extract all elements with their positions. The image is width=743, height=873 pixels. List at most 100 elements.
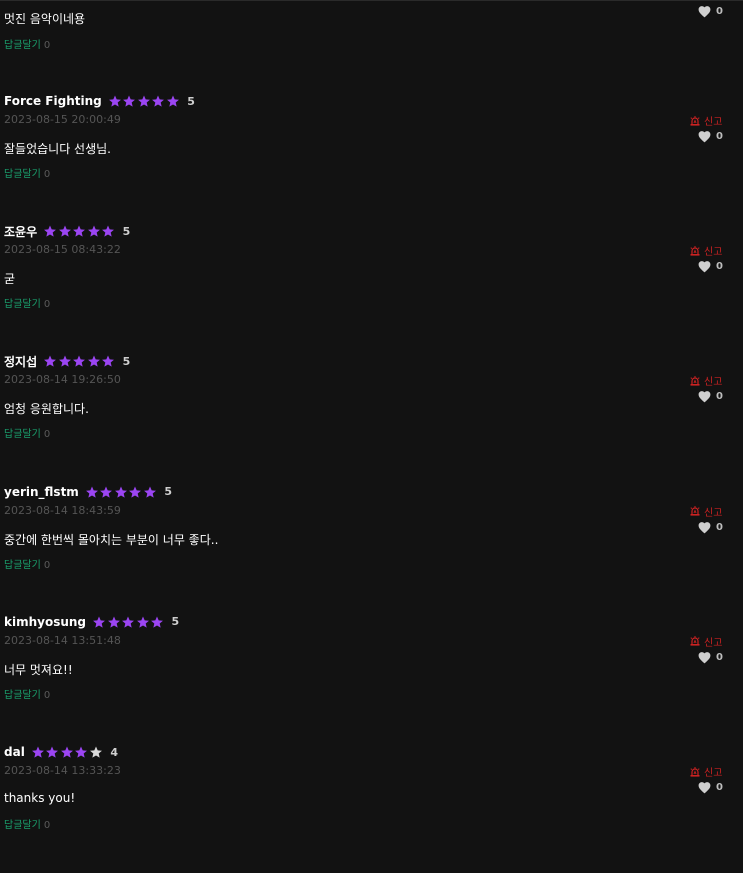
star-icon	[46, 746, 59, 758]
reply-button[interactable]: 답글달기	[4, 690, 41, 701]
star-icon	[137, 95, 150, 107]
star-icon	[75, 746, 88, 758]
like-count: 0	[716, 521, 723, 533]
star-icon	[151, 616, 163, 628]
user-row: kimhyosung 5	[4, 613, 179, 631]
star-icon	[93, 616, 105, 628]
like-count: 0	[716, 651, 723, 663]
rating-stars	[43, 354, 116, 368]
heart-icon	[698, 131, 711, 143]
like-count: 0	[716, 261, 723, 273]
star-icon	[58, 225, 71, 237]
reply-button[interactable]: 답글달기	[4, 169, 41, 180]
report-button[interactable]: 신고	[689, 634, 722, 649]
like-count: 0	[716, 782, 723, 793]
report-button[interactable]: 신고	[689, 504, 722, 519]
heart-icon	[698, 6, 711, 18]
report-label: 신고	[704, 247, 723, 259]
reply-button[interactable]: 답글달기	[4, 429, 41, 440]
reply-row: 답글달기 0	[4, 165, 50, 180]
comment-text: 굳	[4, 272, 16, 287]
comment-item: yerin_flstm 5 2023-08-14 18:43:59 중간에 한번…	[0, 483, 743, 613]
report-label: 신고	[704, 377, 723, 389]
report-label: 신고	[704, 637, 723, 649]
like-button[interactable]: 0	[697, 5, 723, 18]
star-icon	[102, 355, 115, 368]
username: dal	[4, 745, 25, 759]
star-icon	[123, 95, 136, 107]
star-icon	[31, 746, 44, 758]
user-row: 정지섭 5	[4, 352, 130, 370]
rating-value: 4	[110, 745, 118, 759]
user-row: Force Fighting 5	[4, 92, 195, 110]
comment-date: 2023-08-14 13:33:23	[4, 764, 121, 777]
heart-icon	[698, 651, 711, 664]
heart-icon	[698, 782, 711, 794]
report-button[interactable]: 신고	[689, 373, 722, 388]
rating-value: 5	[171, 615, 180, 629]
like-button[interactable]: 0	[697, 130, 723, 143]
star-icon	[143, 486, 156, 498]
report-label: 신고	[704, 117, 723, 128]
rating-stars	[108, 94, 181, 108]
reply-count: 0	[43, 169, 51, 180]
reply-button[interactable]: 답글달기	[4, 299, 41, 310]
star-icon	[152, 95, 165, 107]
rating-stars	[85, 485, 158, 499]
star-icon	[44, 355, 57, 368]
comment-item: kimhyosung 5 2023-08-14 13:51:48 너무 멋져요!…	[0, 613, 743, 743]
report-button[interactable]: 신고	[689, 113, 722, 128]
report-button[interactable]: 신고	[689, 243, 722, 258]
rating-value: 5	[122, 354, 131, 368]
username: yerin_flstm	[4, 484, 79, 499]
comment-date: 2023-08-15 20:00:49	[4, 113, 121, 126]
reply-row: 답글달기 0	[4, 686, 50, 701]
comment-text: thanks you!	[4, 791, 76, 805]
report-button[interactable]: 신고	[689, 764, 722, 779]
star-icon	[107, 616, 120, 628]
star-icon	[166, 95, 179, 107]
reply-count: 0	[43, 429, 51, 441]
like-button[interactable]: 0	[697, 651, 723, 664]
reply-button[interactable]: 답글달기	[4, 560, 41, 571]
star-icon	[58, 355, 71, 368]
comment-item: 조윤우 5 2023-08-15 08:43:22 굳 답글달기 0 신고 0	[0, 222, 743, 352]
like-count: 0	[716, 131, 723, 142]
like-button[interactable]: 0	[697, 781, 723, 794]
reply-row: 답글달기 0	[4, 556, 50, 571]
user-row: yerin_flstm 5	[4, 483, 172, 501]
report-label: 신고	[704, 507, 723, 519]
siren-icon	[690, 245, 700, 256]
like-button[interactable]: 0	[697, 390, 723, 403]
heart-icon	[698, 521, 711, 534]
star-icon	[44, 225, 57, 237]
star-icon	[89, 746, 102, 758]
star-icon	[114, 486, 127, 498]
comment-item: dal 4 2023-08-14 13:33:23 thanks you! 답글…	[0, 743, 743, 873]
star-icon	[136, 616, 149, 628]
user-row: 조윤우 5	[4, 222, 130, 240]
star-icon	[100, 486, 113, 498]
rating-value: 5	[187, 94, 195, 108]
rating-stars	[43, 224, 116, 238]
star-icon	[73, 355, 86, 368]
comment-text: 잘들었습니다 선생님.	[4, 142, 111, 156]
username: kimhyosung	[4, 614, 87, 629]
comment-text: 너무 멋져요!!	[4, 662, 73, 677]
like-button[interactable]: 0	[697, 260, 723, 273]
reply-row: 답글달기 0	[4, 816, 50, 831]
like-count: 0	[716, 391, 723, 403]
like-button[interactable]: 0	[697, 521, 723, 534]
like-count: 0	[716, 6, 723, 17]
comment-item: Force Fighting 5 2023-08-15 20:00:49 잘들었…	[0, 92, 743, 222]
comment-item: 정지섭 5 2023-08-14 19:26:50 엄청 응원합니다. 답글달기…	[0, 352, 743, 482]
siren-icon	[690, 636, 700, 646]
star-icon	[87, 225, 100, 237]
star-icon	[85, 486, 98, 498]
reply-count: 0	[43, 689, 51, 701]
reply-count: 0	[43, 40, 51, 51]
heart-icon	[698, 261, 711, 273]
comment-text: 엄청 응원합니다.	[4, 402, 89, 417]
reply-button[interactable]: 답글달기	[4, 40, 41, 51]
reply-button[interactable]: 답글달기	[4, 820, 41, 831]
